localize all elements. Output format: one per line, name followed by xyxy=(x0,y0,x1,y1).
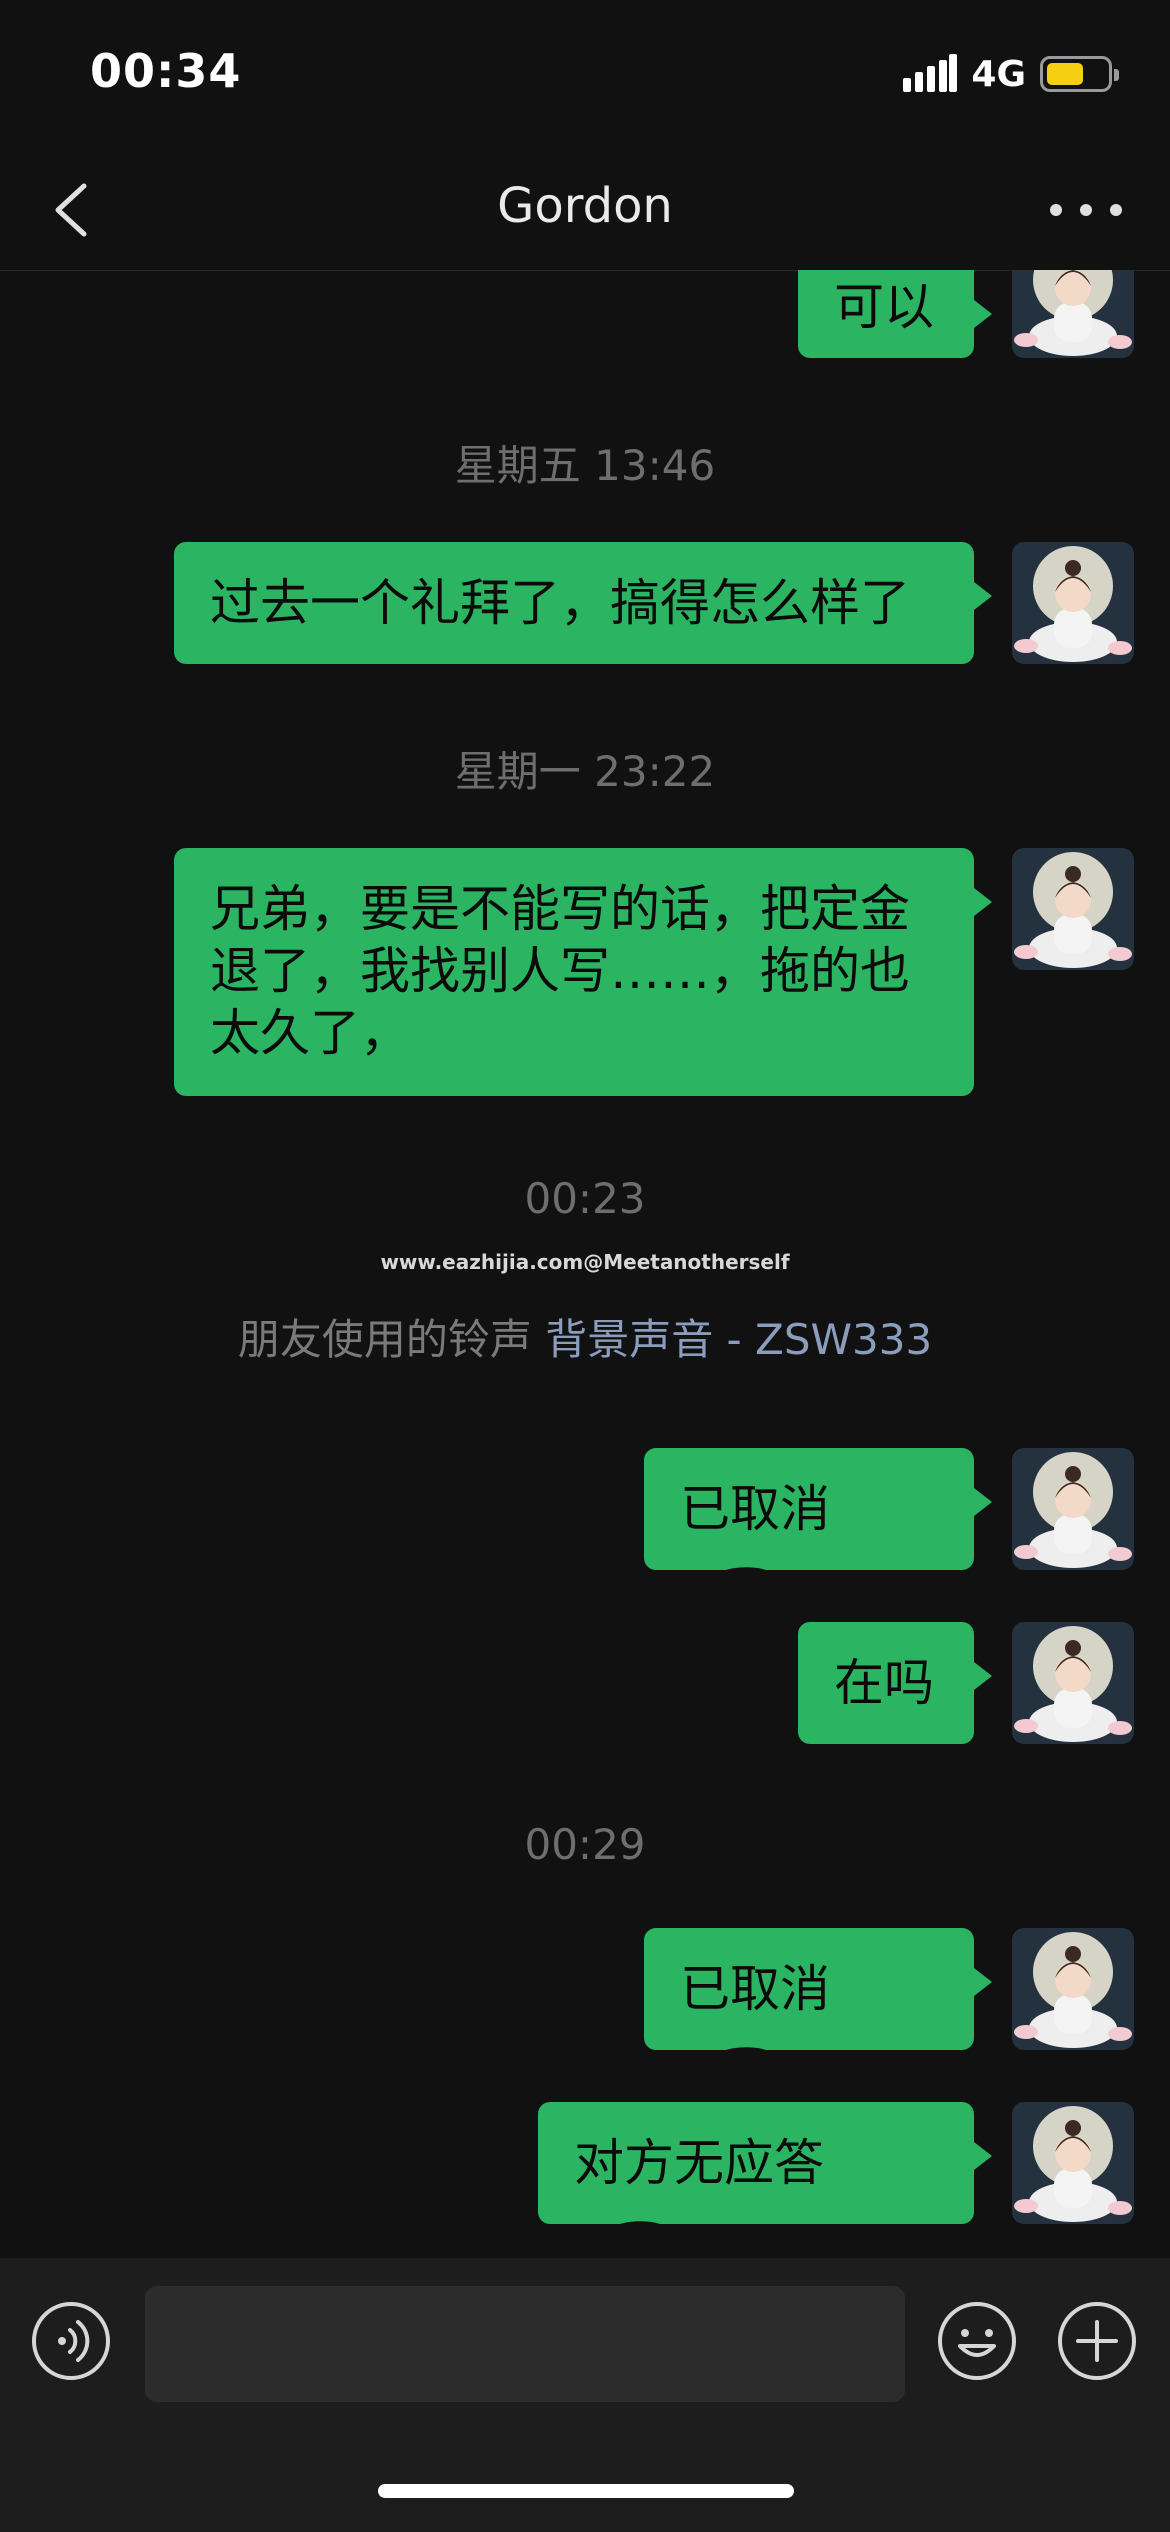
avatar[interactable] xyxy=(1012,270,1134,358)
ringtone-notice: 朋友使用的铃声 背景声音 - ZSW333 xyxy=(0,1306,1170,1367)
status-time: 00:34 xyxy=(90,44,242,98)
avatar[interactable] xyxy=(1012,542,1134,664)
phone-hangup-icon xyxy=(714,1566,778,1589)
message-bubble[interactable]: 可以 xyxy=(798,270,992,358)
emoji-icon[interactable] xyxy=(936,2300,1018,2382)
timestamp: 00:29 xyxy=(524,1820,646,1869)
status-indicators: 4G xyxy=(903,52,1119,96)
call-bubble[interactable]: 已取消 xyxy=(644,1928,992,2069)
timestamp: 星期一 23:22 xyxy=(454,747,716,796)
voice-icon[interactable] xyxy=(30,2300,112,2382)
call-bubble[interactable]: 已取消 xyxy=(644,1448,992,1589)
message-bubble[interactable]: 兄弟，要是不能写的话，把定金退了，我找别人写……，拖的也太久了， xyxy=(174,848,992,1096)
avatar[interactable] xyxy=(1012,1622,1134,1744)
phone-hangup-icon xyxy=(714,2046,778,2069)
message-bubble[interactable]: 过去一个礼拜了，搞得怎么样了 xyxy=(174,542,992,664)
phone-hangup-icon xyxy=(608,2220,672,2243)
battery-icon xyxy=(1040,56,1119,92)
chat-list[interactable]: 可以 星期五 13:46 过去一个礼拜了，搞得怎么样了 星期一 23:22 兄弟… xyxy=(0,270,1170,2258)
status-bar: 00:34 4G xyxy=(0,0,1170,150)
avatar[interactable] xyxy=(1012,2102,1134,2224)
network-type: 4G xyxy=(971,53,1026,95)
message-bubble[interactable]: 在吗 xyxy=(798,1622,992,1744)
message-input[interactable] xyxy=(145,2286,905,2402)
avatar[interactable] xyxy=(1012,1448,1134,1570)
battery-fill xyxy=(1047,63,1083,85)
watermark: www.eazhijia.com@Meetanotherself xyxy=(380,1250,790,1274)
avatar[interactable] xyxy=(1012,848,1134,970)
ringtone-prefix: 朋友使用的铃声 xyxy=(237,1315,532,1364)
input-bar xyxy=(0,2258,1170,2532)
call-bubble[interactable]: 对方无应答 xyxy=(538,2102,992,2243)
page-title: Gordon xyxy=(497,178,673,234)
more-dots-icon[interactable] xyxy=(1038,180,1134,240)
nav-bar: Gordon xyxy=(0,150,1170,271)
signal-icon xyxy=(903,54,958,92)
ringtone-link[interactable]: 背景声音 - ZSW333 xyxy=(545,1315,932,1364)
home-indicator xyxy=(378,2484,794,2498)
timestamp: 星期五 13:46 xyxy=(454,441,716,490)
timestamp: 00:23 xyxy=(524,1174,646,1223)
avatar[interactable] xyxy=(1012,1928,1134,2050)
plus-icon[interactable] xyxy=(1056,2300,1138,2382)
